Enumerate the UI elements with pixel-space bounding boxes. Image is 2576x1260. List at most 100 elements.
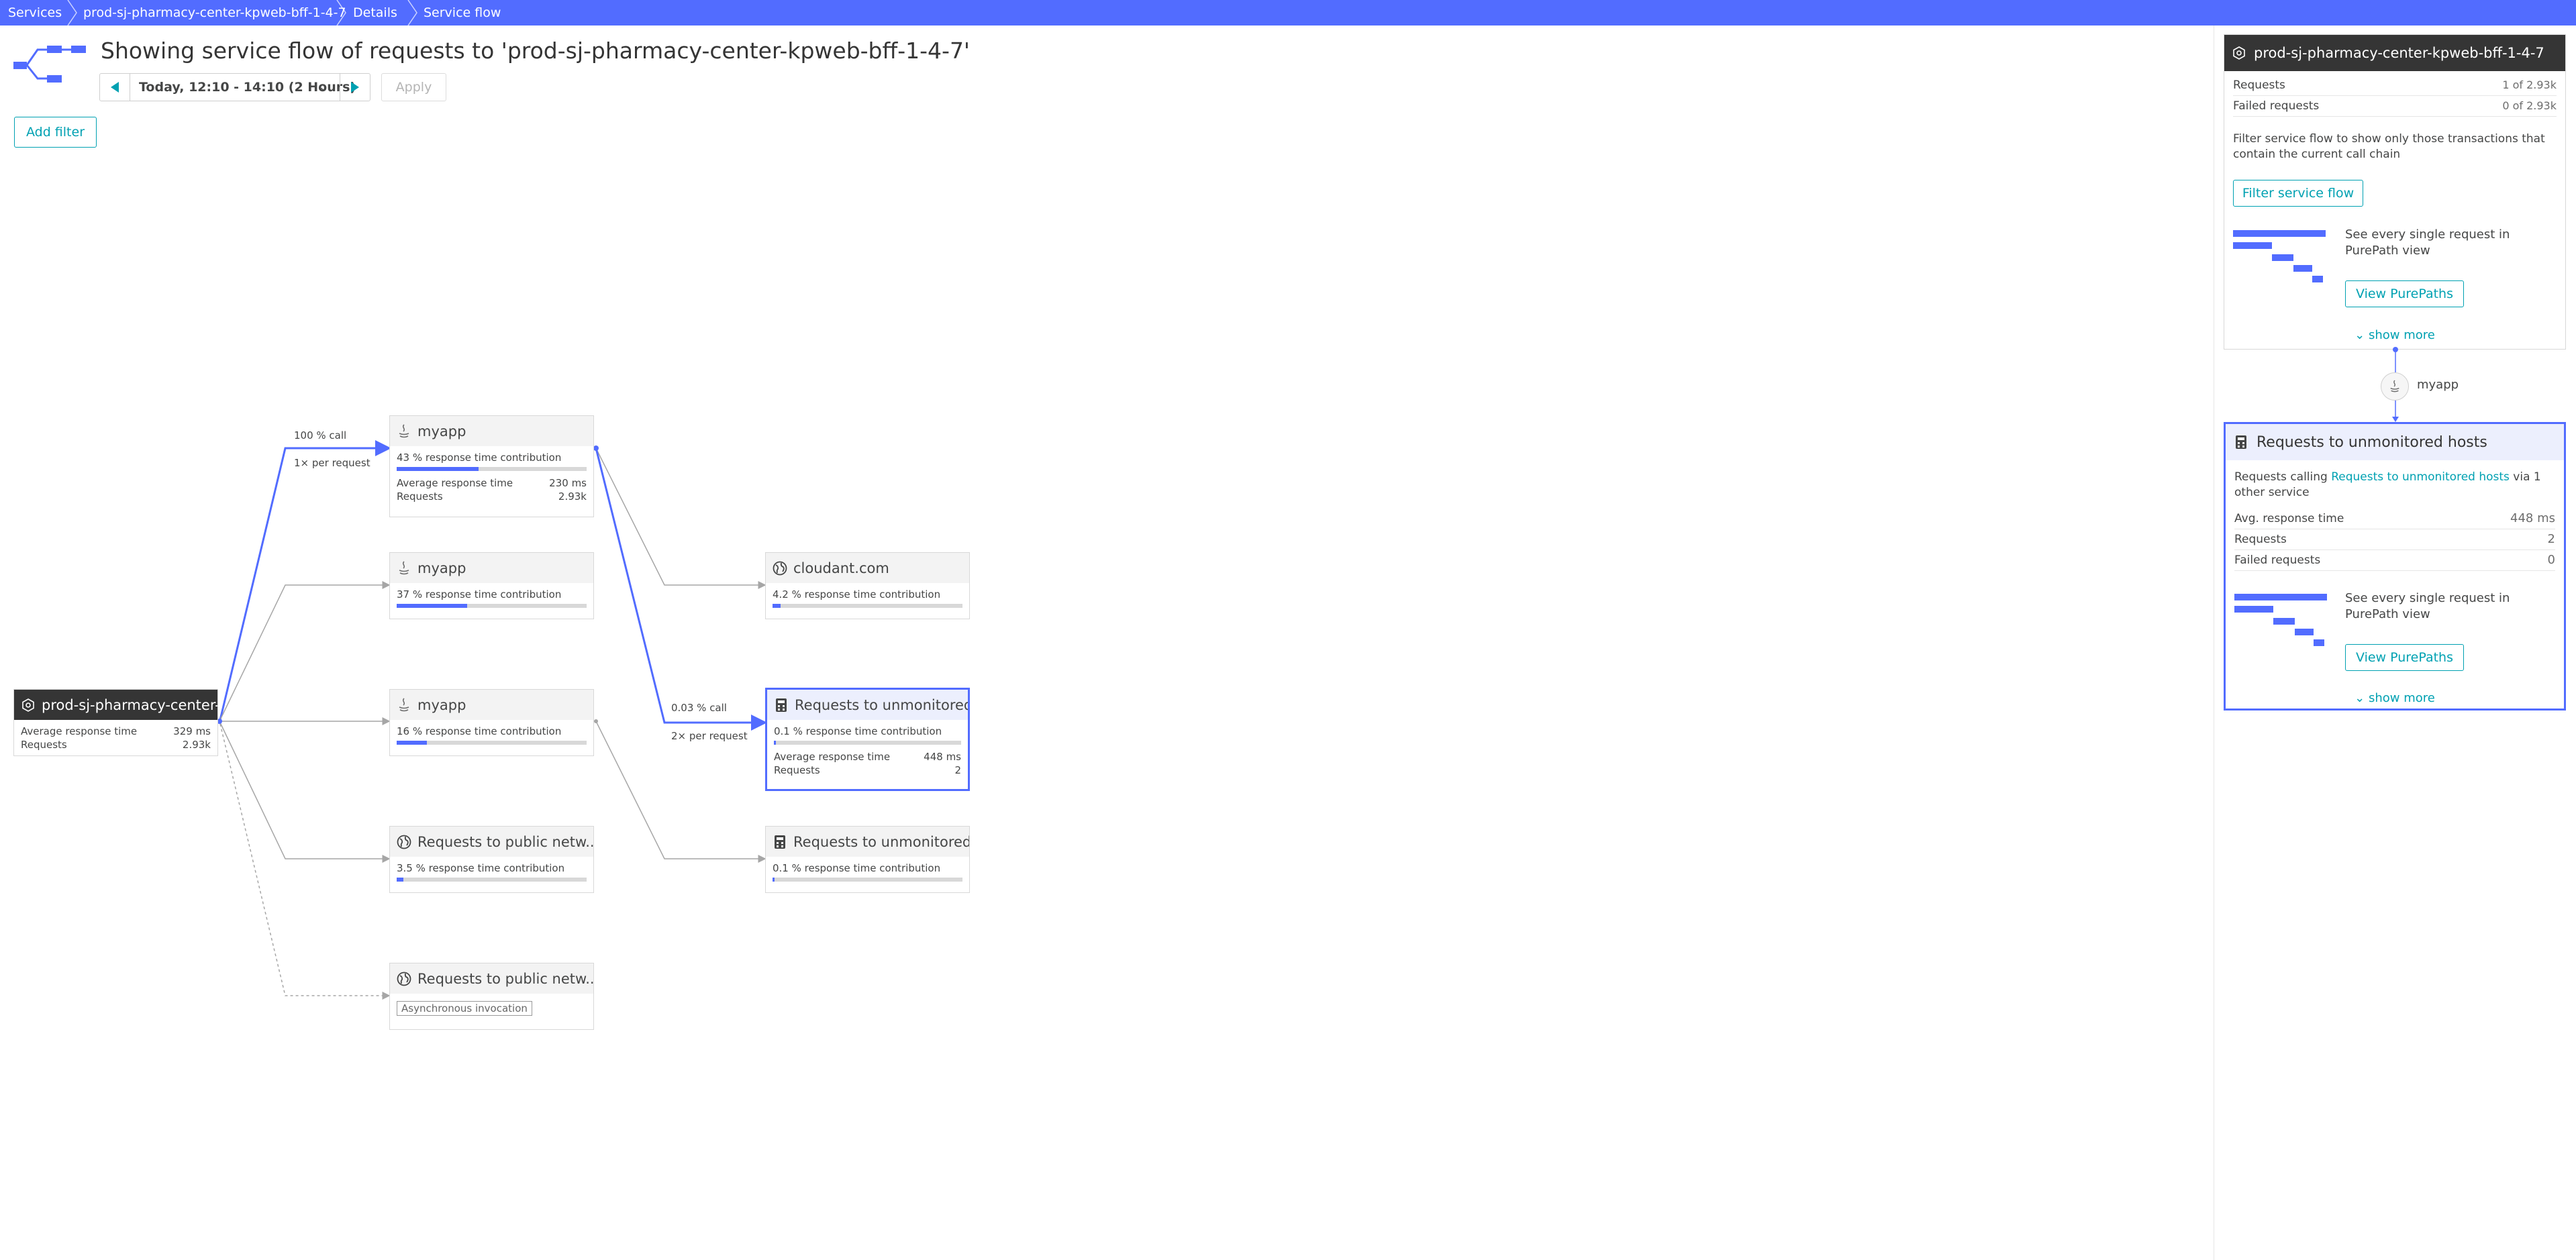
filter-description: Filter service flow to show only those t… [2233, 132, 2545, 161]
flow-node-cloudant[interactable]: cloudant.com 4.2 % response time contrib… [765, 552, 970, 619]
contribution-bar-fill [397, 467, 479, 471]
failed-requests-value: 0 of 2.93k [2502, 99, 2557, 112]
contribution-text: 43 % response time contribution [397, 452, 562, 464]
requests-value: 2.93k [182, 739, 211, 751]
show-more-link[interactable]: ⌄ show more [2226, 691, 2564, 705]
chevron-down-icon: ⌄ [2355, 328, 2369, 342]
avg-response-value: 230 ms [549, 477, 587, 489]
contribution-bar [397, 604, 587, 608]
requests-value: 1 of 2.93k [2502, 78, 2557, 91]
contribution-bar [397, 741, 587, 745]
globe-icon [397, 972, 411, 986]
avg-response-value: 448 ms [2510, 511, 2555, 525]
flow-connections [217, 440, 767, 1000]
edge-label-call: 100 % call [294, 429, 347, 441]
chain-service-label[interactable]: myapp [2417, 378, 2459, 392]
purepath-illustration [2233, 230, 2330, 284]
contribution-bar-fill [397, 878, 403, 882]
requests-value: 2.93k [558, 490, 587, 503]
contribution-bar-fill [773, 878, 775, 882]
requests-label: Requests [2234, 533, 2287, 546]
requests-label: Requests [21, 739, 67, 751]
contribution-text: 16 % response time contribution [397, 725, 562, 737]
java-icon [397, 423, 411, 439]
selected-card-title: Requests to unmonitored hosts [2257, 433, 2487, 451]
requests-label: Requests [774, 764, 820, 776]
purepath-illustration [2234, 594, 2332, 647]
globe-icon [397, 835, 411, 849]
contribution-text: 4.2 % response time contribution [773, 588, 941, 600]
flow-node-myapp[interactable]: myapp 37 % response time contribution [389, 552, 594, 619]
contribution-bar [774, 741, 961, 745]
contribution-bar [397, 878, 587, 882]
filter-service-flow-button[interactable]: Filter service flow [2233, 180, 2363, 207]
service-icon [2232, 46, 2246, 60]
avg-response-label: Average response time [21, 725, 138, 737]
contribution-bar-fill [397, 604, 467, 608]
service-card-title: prod-sj-pharmacy-center-kpweb-bff-1-4-7 [2254, 45, 2544, 61]
avg-response-value: 329 ms [173, 725, 211, 737]
async-invocation-badge: Asynchronous invocation [397, 1001, 532, 1016]
purepath-description: See every single request in PurePath vie… [2345, 591, 2510, 621]
view-purepaths-button[interactable]: View PurePaths [2345, 644, 2464, 671]
flow-node-unmonitored-hosts[interactable]: Requests to unmonitored ... 0.1 % respon… [765, 826, 970, 893]
node-title: Requests to unmonitored ... [795, 696, 968, 713]
show-more-label: show more [2368, 328, 2435, 342]
failed-requests-label: Failed requests [2234, 554, 2321, 567]
flow-node-public-network[interactable]: Requests to public netw... 3.5 % respons… [389, 826, 594, 893]
selected-node-card: Requests to unmonitored hosts Requests c… [2224, 422, 2566, 711]
globe-icon [773, 561, 787, 576]
purepath-description: See every single request in PurePath vie… [2345, 227, 2510, 258]
node-title: cloudant.com [793, 560, 889, 576]
contribution-text: 0.1 % response time contribution [773, 862, 941, 874]
contribution-bar [773, 878, 962, 882]
view-purepaths-button[interactable]: View PurePaths [2345, 280, 2464, 307]
java-icon [397, 560, 411, 576]
contribution-bar-fill [397, 741, 428, 745]
contribution-bar-fill [773, 604, 781, 608]
calculator-icon [2235, 435, 2247, 450]
requests-value: 2 [2547, 532, 2555, 546]
unmonitored-hosts-link[interactable]: Requests to unmonitored hosts [2331, 470, 2510, 484]
java-icon [397, 697, 411, 713]
service-icon [21, 698, 36, 713]
calling-description: Requests calling Requests to unmonitored… [2234, 470, 2555, 501]
contribution-text: 0.1 % response time contribution [774, 725, 942, 737]
failed-requests-value: 0 [2547, 553, 2555, 567]
calculator-icon [773, 835, 787, 849]
contribution-text: 37 % response time contribution [397, 588, 562, 600]
requests-value: 2 [954, 764, 961, 776]
contribution-bar [397, 467, 587, 471]
avg-response-label: Avg. response time [2234, 512, 2344, 525]
flow-node-public-network-async[interactable]: Requests to public netw... Asynchronous … [389, 963, 594, 1030]
calling-prefix: Requests calling [2234, 470, 2332, 484]
requests-label: Requests [2233, 78, 2285, 92]
node-title: Requests to public netw... [417, 833, 593, 850]
avg-response-label: Average response time [774, 751, 891, 763]
flow-node-myapp[interactable]: myapp 43 % response time contribution Av… [389, 415, 594, 517]
edge-label-per-request: 1× per request [294, 457, 370, 469]
contribution-bar [773, 604, 962, 608]
calculator-icon [774, 698, 789, 713]
show-more-link[interactable]: ⌄ show more [2224, 328, 2565, 342]
avg-response-label: Average response time [397, 477, 513, 489]
node-title: Requests to unmonitored ... [793, 833, 969, 850]
node-title: myapp [417, 560, 466, 576]
node-title: myapp [417, 696, 466, 713]
node-title: myapp [417, 423, 466, 439]
flow-node-unmonitored-hosts-selected[interactable]: Requests to unmonitored ... 0.1 % respon… [765, 688, 970, 791]
chevron-down-icon: ⌄ [2355, 691, 2369, 705]
contribution-bar-fill [774, 741, 777, 745]
java-icon [2381, 372, 2409, 401]
contribution-text: 3.5 % response time contribution [397, 862, 565, 874]
node-title: Requests to public netw... [417, 970, 593, 987]
root-service-node[interactable]: prod-sj-pharmacy-center-... Average resp… [13, 689, 218, 756]
requests-label: Requests [397, 490, 443, 503]
node-title: prod-sj-pharmacy-center-... [42, 696, 217, 713]
avg-response-value: 448 ms [924, 751, 961, 763]
show-more-label: show more [2368, 691, 2435, 705]
edge-label-call: 0.03 % call [671, 702, 727, 714]
service-details-card: prod-sj-pharmacy-center-kpweb-bff-1-4-7 … [2224, 34, 2566, 350]
flow-node-myapp[interactable]: myapp 16 % response time contribution [389, 689, 594, 756]
failed-requests-label: Failed requests [2233, 99, 2320, 113]
